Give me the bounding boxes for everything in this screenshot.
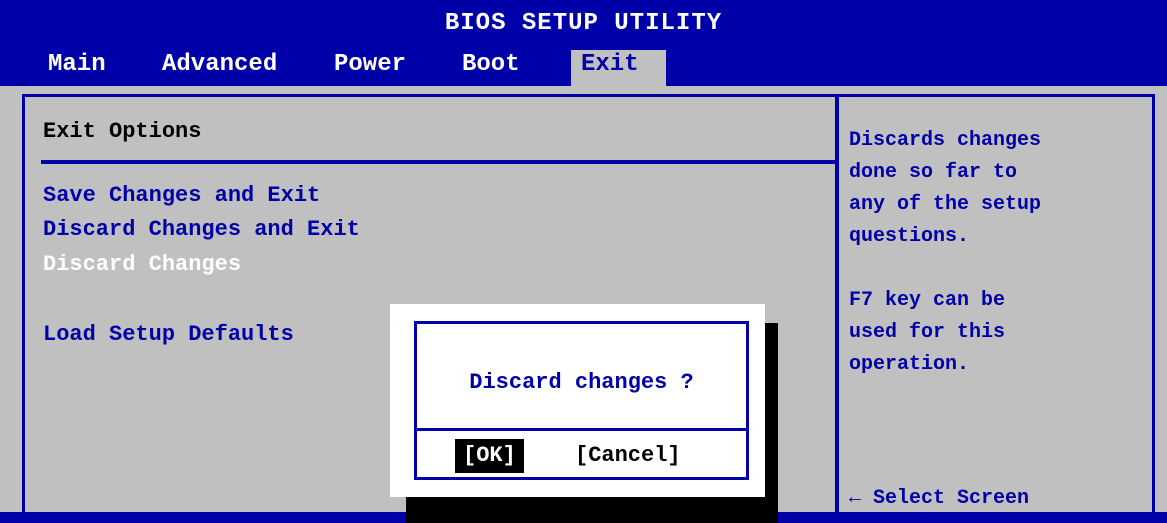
menu-item-load-setup-defaults[interactable]: Load Setup Defaults [43,322,294,347]
dialog-divider [417,428,746,431]
help-line: operation. [849,353,970,376]
menu-item-save-changes-and-exit[interactable]: Save Changes and Exit [43,183,320,208]
help-spacer [849,253,1149,285]
tab-main[interactable]: Main [38,50,116,86]
tab-boot[interactable]: Boot [452,50,530,86]
cancel-button[interactable]: [Cancel] [567,439,689,473]
help-line: used for this [849,321,1006,344]
help-line: done so far to [849,161,1018,184]
help-line: any of the setup [849,193,1042,216]
bios-title: BIOS SETUP UTILITY [444,10,723,37]
menu-item-discard-changes[interactable]: Discard Changes [43,252,241,277]
section-divider [41,160,839,164]
dialog-message: Discard changes ? [469,370,694,395]
nav-hint-select-screen: ← Select Screen [849,487,1030,510]
dialog-border: Discard changes ? [OK] [Cancel] [414,321,749,480]
discard-dialog: Discard changes ? [OK] [Cancel] [390,304,765,497]
tab-bar: Main Advanced Power Boot Exit [0,50,1167,86]
section-title: Exit Options [43,119,202,144]
help-panel: Discards changes done so far to any of t… [836,94,1155,514]
tab-power[interactable]: Power [324,50,416,86]
help-line: F7 key can be [849,289,1006,312]
tab-exit[interactable]: Exit [571,50,666,86]
help-line: Discards changes [849,129,1042,152]
ok-button[interactable]: [OK] [455,439,524,473]
menu-item-discard-changes-and-exit[interactable]: Discard Changes and Exit [43,217,360,242]
tab-advanced[interactable]: Advanced [152,50,287,86]
help-line: questions. [849,225,970,248]
help-text: Discards changes done so far to any of t… [849,125,1149,381]
